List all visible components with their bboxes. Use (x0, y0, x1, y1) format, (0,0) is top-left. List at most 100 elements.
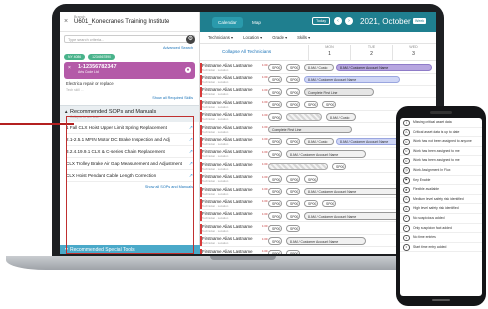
calendar-event[interactable]: SP00 (286, 224, 300, 233)
today-button[interactable]: Today (312, 17, 331, 25)
filter-location[interactable]: Location ▾ (243, 35, 262, 40)
technician-name[interactable]: Firstname Alias LastnameTechnician · Loc… (200, 248, 260, 254)
show-required-skills-link[interactable]: Show all Required Skills (60, 96, 199, 100)
technician-name[interactable]: Firstname Alias LastnameTechnician · Loc… (200, 124, 260, 135)
technician-name[interactable]: Firstname Alias LastnameTechnician · Loc… (200, 223, 260, 234)
technician-name[interactable]: Firstname Alias LastnameTechnician · Loc… (200, 198, 260, 209)
calendar-event[interactable]: SP00 (268, 75, 282, 84)
calendar-event[interactable]: SP00 (286, 199, 300, 208)
flag-icon: ⚑ (403, 177, 410, 184)
technician-name[interactable]: Firstname Alias LastnameTechnician · Loc… (200, 149, 260, 160)
calendar-event[interactable]: SP00 (268, 224, 282, 233)
calendar-event[interactable]: SP00 (268, 237, 282, 245)
technician-name[interactable]: Firstname Alias LastnameTechnician · Loc… (200, 87, 260, 98)
collapse-all-link[interactable]: Collapse All Technicians (222, 49, 271, 54)
calendar-event[interactable]: 8 AM / Customer Account Name (304, 75, 400, 84)
calendar-event[interactable]: SP00 (286, 75, 300, 84)
calendar-event[interactable]: SP00 (286, 249, 300, 254)
calendar-event[interactable]: 8 AM / Customer Account Name (286, 150, 366, 158)
filter-pill[interactable]: 1234567890 (88, 54, 115, 60)
calendar-event[interactable]: Complete First Line (304, 88, 374, 96)
filter-grade[interactable]: Grade ▾ (272, 35, 287, 40)
calendar-event[interactable]: 8 AM / Customer Account Name (304, 187, 400, 195)
filter-skills[interactable]: Skills ▾ (297, 35, 310, 40)
calendar-event[interactable]: SP00 (286, 187, 300, 195)
technician-name[interactable]: Firstname Alias LastnameTechnician · Loc… (200, 112, 260, 123)
close-icon[interactable]: × (64, 18, 68, 25)
check-icon: ✓ (403, 215, 410, 222)
technician-name[interactable]: Firstname Alias LastnameTechnician · Loc… (200, 62, 260, 73)
day-number: 1 (328, 51, 331, 57)
chevron-right-icon[interactable]: › (345, 17, 353, 25)
calendar-event[interactable]: SP00 (286, 63, 300, 71)
legend-label: Work Assignment In Flux (413, 167, 451, 172)
technician-sub: Technician · Location (202, 203, 229, 208)
calendar-event[interactable]: SP00 (268, 249, 282, 254)
calendar-event[interactable]: SP00 (286, 88, 300, 96)
status-bar (200, 99, 202, 110)
calendar-event[interactable]: SP00 (268, 100, 282, 109)
work-order-card[interactable]: × 1-12356782347 Arts Code Ltd ● (64, 62, 195, 79)
close-icon[interactable]: × (68, 65, 71, 71)
calendar-event[interactable]: SP00 (286, 137, 300, 146)
calendar-event[interactable]: SP00 (304, 100, 318, 109)
technician-name[interactable]: Firstname Alias LastnameTechnician · Loc… (200, 236, 260, 247)
calendar-event[interactable] (286, 113, 322, 121)
calendar-event[interactable]: Complete First Line (268, 125, 352, 133)
technician-name[interactable]: Firstname Alias LastnameTechnician · Loc… (200, 211, 260, 222)
callout-line (0, 123, 74, 125)
search-input[interactable]: Type search criteria... ⚙ (64, 35, 195, 44)
calendar-event[interactable]: SP00 (268, 137, 282, 146)
calendar-event[interactable]: SP00 (268, 63, 282, 71)
calendar-event[interactable]: SP00 (286, 175, 300, 183)
calendar-event[interactable]: SP00 (286, 100, 300, 109)
view-select[interactable]: Week (413, 18, 427, 24)
status-bar (200, 74, 202, 85)
technician-sub: Technician · Location (202, 179, 229, 184)
calendar-event[interactable]: SP00 (268, 113, 282, 121)
technician-name[interactable]: Firstname Alias LastnameTechnician · Loc… (200, 136, 260, 147)
calendar-event[interactable]: SP00 (268, 199, 282, 208)
calendar-event[interactable]: SP00 (268, 150, 282, 158)
day-header: WED 3 (392, 45, 434, 61)
calendar-event[interactable]: SP00 (268, 175, 282, 183)
calendar-event[interactable]: SP00 (268, 212, 282, 220)
chevron-left-icon[interactable]: ‹ (334, 17, 342, 25)
technician-name[interactable]: Firstname Alias LastnameTechnician · Loc… (200, 161, 260, 172)
technician-row[interactable]: Firstname Alias LastnameTechnician · Loc… (200, 86, 436, 99)
calendar-event[interactable]: 8 AM / Custo (326, 113, 356, 121)
legend-label: Flexible available (413, 187, 440, 192)
advanced-search-link[interactable]: Advanced Search (60, 46, 199, 50)
gear-icon[interactable]: ⚙ (186, 35, 195, 44)
calendar-event[interactable]: SP00 (286, 212, 300, 220)
technician-sub: Technician · Location (202, 241, 229, 246)
calendar-event[interactable]: 8 AM / Customer Account Name (336, 63, 432, 71)
calendar-event[interactable]: SP00 (304, 199, 318, 208)
calendar-event[interactable]: SP00 (332, 162, 346, 171)
technician-row[interactable]: Firstname Alias LastnameTechnician · Loc… (200, 61, 436, 74)
legend-item: • No time entries (400, 233, 482, 243)
tab-calendar[interactable]: Calendar (212, 17, 243, 28)
filter-pill[interactable]: NY 4086 (64, 54, 86, 60)
calendar-event[interactable]: SP00 (268, 187, 282, 195)
filter-technicians[interactable]: Technicians ▾ (208, 35, 233, 40)
calendar-event[interactable]: 8 AM / Custo (304, 137, 334, 146)
info-icon[interactable]: ● (185, 67, 191, 73)
technician-name[interactable]: Firstname Alias LastnameTechnician · Loc… (200, 74, 260, 85)
calendar-event[interactable]: 8 AM / Custo (304, 63, 334, 71)
technician-name[interactable]: Firstname Alias LastnameTechnician · Loc… (200, 186, 260, 197)
calendar-event[interactable]: SP00 (322, 199, 336, 208)
technician-name[interactable]: Firstname Alias LastnameTechnician · Loc… (200, 174, 260, 185)
legend-label: High level safety risk identified (413, 206, 459, 211)
tab-map[interactable]: Map (246, 17, 267, 28)
technician-name[interactable]: Firstname Alias LastnameTechnician · Loc… (200, 99, 260, 110)
calendar-event[interactable]: SP00 (268, 88, 282, 96)
calendar-event[interactable]: SP00 (322, 100, 336, 109)
technician-row[interactable]: Firstname Alias LastnameTechnician · Loc… (200, 73, 436, 86)
calendar-event[interactable] (268, 162, 328, 171)
calendar-event[interactable]: SP00 (304, 175, 318, 183)
calendar-event[interactable]: 8 AM / Customer Account Name (286, 237, 366, 245)
calendar-event[interactable]: 8 AM / Customer Account Name (304, 212, 400, 220)
technician-sub: Technician · Location (202, 117, 229, 122)
laptop-notch (210, 256, 276, 260)
